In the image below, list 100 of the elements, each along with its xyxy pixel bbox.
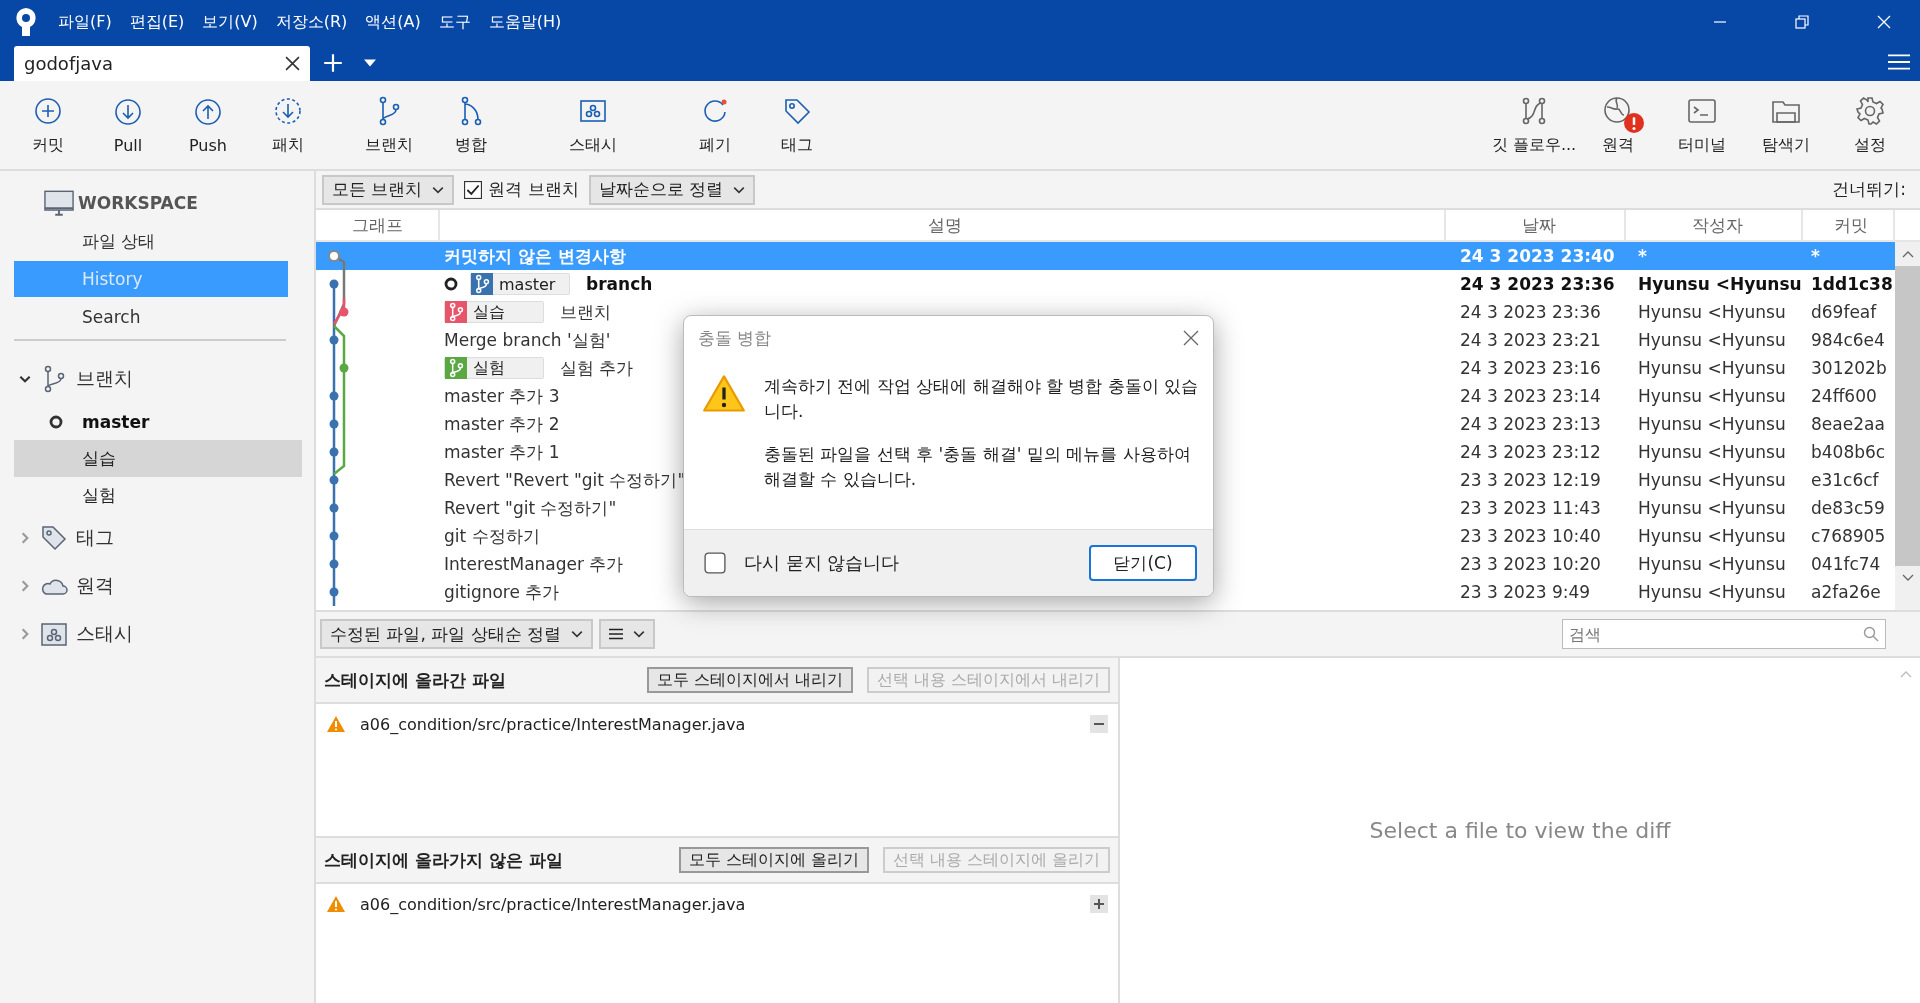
toolbar-button[interactable]: 패치 <box>248 94 328 156</box>
panel-title: 스테이지에 올라간 파일 <box>324 668 506 692</box>
commit-author: Hyunsu <Hyunsu <box>1638 274 1802 294</box>
toolbar-button[interactable]: 스태시 <box>552 94 634 156</box>
commit-message: InterestManager 추가 <box>444 552 624 576</box>
sidebar-item[interactable]: 파일 상태 <box>14 223 288 259</box>
stash-icon <box>40 620 68 648</box>
branch-item[interactable]: 실험 <box>14 477 302 514</box>
plus-icon[interactable] <box>322 52 344 74</box>
toolbar-button[interactable]: 태그 <box>756 94 838 156</box>
commit-date: 23 3 2023 10:20 <box>1460 554 1601 574</box>
commit-author: * <box>1638 246 1647 266</box>
commit-dot <box>329 475 339 485</box>
toolbar-button[interactable]: 병합 <box>430 94 512 156</box>
commit-dot <box>329 279 339 289</box>
commit-message: 커밋하지 않은 변경사항 <box>444 244 626 268</box>
commit-hash: 041fc74 <box>1811 554 1881 574</box>
branch-label[interactable]: 실험 <box>444 357 544 379</box>
branch-item[interactable]: master <box>14 403 302 440</box>
section-title: WORKSPACE <box>78 193 198 213</box>
list-icon <box>609 628 624 640</box>
scrollbar[interactable] <box>1895 242 1920 610</box>
commit-message: Revert "Revert "git 수정하기" <box>444 468 686 492</box>
toolbar-button[interactable]: 깃 플로우... <box>1492 94 1576 156</box>
file-path[interactable]: a06_condition/src/practice/InterestManager.java <box>360 714 1076 734</box>
menu-item[interactable]: 도움말(H) <box>488 11 562 33</box>
commit-dot <box>329 503 339 513</box>
commit-hash: de83c59 <box>1811 498 1885 518</box>
branch-label[interactable]: 실습 <box>444 301 544 323</box>
search-field[interactable]: 검색 <box>1562 619 1886 649</box>
repo-tab[interactable]: godofjava <box>14 46 310 81</box>
menu-item[interactable]: 편집(E) <box>129 11 185 33</box>
close-button[interactable]: 닫기(C) <box>1089 545 1197 581</box>
column-header[interactable]: 작성자 <box>1626 210 1803 240</box>
commit-dot <box>329 335 339 345</box>
column-header[interactable]: 커밋 <box>1803 210 1895 240</box>
menu-item[interactable]: 보기(V) <box>202 11 258 33</box>
sidebar-item[interactable]: Search <box>14 299 288 335</box>
commit-author: Hyunsu <Hyunsu <box>1638 526 1786 546</box>
toolbar-button[interactable]: 브랜치 <box>348 94 430 156</box>
scroll-down-icon[interactable] <box>1901 574 1914 582</box>
branch-label[interactable]: master <box>470 273 570 295</box>
file-sort-dropdown[interactable]: 수정된 파일, 파일 상태순 정렬 <box>320 619 594 649</box>
column-header[interactable]: 날짜 <box>1446 210 1626 240</box>
commit-author: Hyunsu <Hyunsu <box>1638 442 1786 462</box>
plus-icon[interactable] <box>1090 895 1108 913</box>
commit-message: 브랜치 <box>560 300 611 324</box>
toolbar-button[interactable]: Push <box>168 95 248 155</box>
commit-message: master 추가 2 <box>444 412 560 436</box>
toolbar-button[interactable]: 탐색기 <box>1744 94 1828 156</box>
column-header[interactable]: 그래프 <box>316 210 440 240</box>
commit-message: git 수정하기 <box>444 524 540 548</box>
dialog-title: 충돌 병합 <box>698 326 772 350</box>
section-title[interactable]: 스태시 <box>76 621 133 647</box>
checkbox-icon[interactable] <box>464 180 483 199</box>
section-title[interactable]: 태그 <box>76 525 114 551</box>
menu-item[interactable]: 저장소(R) <box>275 11 348 33</box>
dialog-message: 충돌된 파일을 선택 후 '충돌 해결' 밑의 메뉴를 사용하여 해결할 수 있습니다. <box>764 443 1192 491</box>
commit-date: 24 3 2023 23:21 <box>1460 330 1601 350</box>
toolbar-button[interactable]: 설정 <box>1828 94 1912 156</box>
app-logo-icon <box>14 7 38 37</box>
monitor-icon <box>44 189 74 217</box>
section-title[interactable]: 브랜치 <box>76 366 133 392</box>
commit-date: 24 3 2023 23:36 <box>1460 274 1615 294</box>
view-options-button[interactable] <box>599 619 656 649</box>
stage-button[interactable]: 모두 스테이지에서 내리기 <box>646 667 853 693</box>
stage-button[interactable]: 모두 스테이지에 올리기 <box>678 847 869 873</box>
restore-icon[interactable] <box>1794 14 1810 30</box>
current-branch-icon <box>49 414 63 429</box>
toolbar-button[interactable]: 커밋 <box>8 94 88 156</box>
commit-date: 23 3 2023 11:43 <box>1460 498 1601 518</box>
toolbar-button[interactable]: 터미널 <box>1660 94 1744 156</box>
caret-icon <box>432 185 445 194</box>
caret-icon[interactable] <box>364 59 376 67</box>
menu-icon[interactable] <box>1888 53 1910 71</box>
toolbar-button[interactable]: 폐기 <box>674 94 756 156</box>
remote-branches-checkbox[interactable]: 원격 브랜치 <box>464 178 579 201</box>
commit-dot <box>328 250 340 262</box>
sort-dropdown[interactable]: 날짜순으로 정렬 <box>588 174 756 205</box>
toolbar-button[interactable]: Pull <box>88 95 168 155</box>
checkbox-icon[interactable] <box>704 552 726 574</box>
toolbar-button[interactable]: 원격 <box>1576 94 1660 156</box>
empty-diff-message: Select a file to view the diff <box>1369 818 1671 843</box>
scroll-up-icon[interactable] <box>1901 250 1914 258</box>
branch-dropdown[interactable]: 모든 브랜치 <box>322 174 455 205</box>
menu-item[interactable]: 도구 <box>438 11 471 33</box>
commit-hash: 984c6e4 <box>1811 330 1885 350</box>
commit-message: Merge branch '실험' <box>444 328 611 352</box>
menu-item[interactable]: 파일(F) <box>58 11 112 33</box>
commit-date: 23 3 2023 12:19 <box>1460 470 1601 490</box>
commit-message: master 추가 1 <box>444 440 560 464</box>
menu-item[interactable]: 액션(A) <box>365 11 421 33</box>
branch-item[interactable]: 실습 <box>14 440 302 477</box>
close-icon[interactable] <box>1183 330 1199 346</box>
column-header[interactable]: 설명 <box>440 210 1446 240</box>
minus-icon[interactable] <box>1090 715 1108 733</box>
close-icon[interactable] <box>285 56 300 71</box>
file-path[interactable]: a06_condition/src/practice/InterestManager.java <box>360 894 1076 914</box>
dont-ask-checkbox[interactable]: 다시 묻지 않습니다 <box>704 551 900 575</box>
section-title[interactable]: 원격 <box>76 573 114 599</box>
